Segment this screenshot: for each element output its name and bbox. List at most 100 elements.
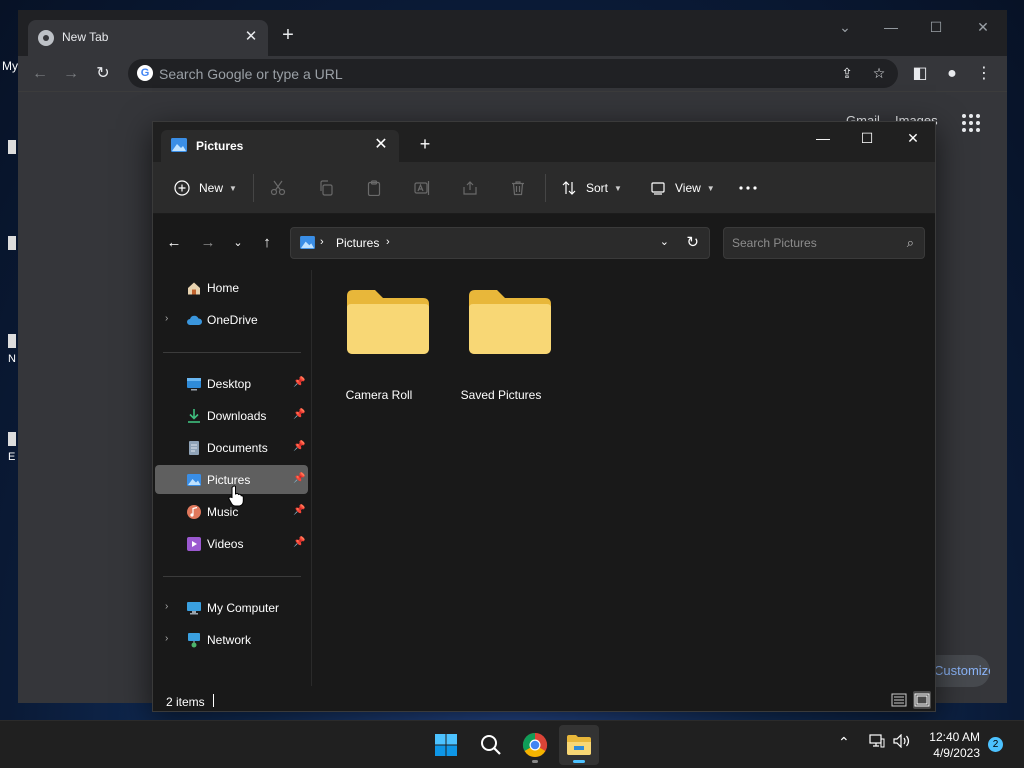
reload-icon[interactable]: ↻ bbox=[90, 61, 116, 87]
file-explorer-icon bbox=[567, 735, 591, 755]
volume-icon[interactable] bbox=[893, 733, 911, 751]
close-icon[interactable]: ✕ bbox=[242, 28, 260, 46]
nav-item-videos[interactable]: Videos 📌 bbox=[155, 529, 308, 558]
chrome-tab-new-tab[interactable]: New Tab ✕ bbox=[28, 20, 268, 56]
folder-icon bbox=[469, 290, 551, 354]
pin-icon[interactable]: 📌 bbox=[293, 377, 305, 388]
explorer-titlebar: Pictures ✕ + — ☐ ✕ bbox=[153, 122, 935, 162]
pane-splitter[interactable] bbox=[311, 270, 312, 686]
breadcrumb-pictures[interactable]: Pictures bbox=[336, 236, 379, 250]
desktop-icon-partial[interactable] bbox=[8, 334, 16, 348]
copy-icon[interactable] bbox=[316, 178, 336, 198]
address-bar[interactable]: › Pictures › ⌄ ↻ bbox=[290, 227, 710, 259]
recent-locations-icon[interactable]: ⌄ bbox=[227, 232, 249, 254]
nav-item-label: Music bbox=[207, 505, 239, 519]
view-button-label: View bbox=[675, 181, 701, 195]
details-view-icon[interactable] bbox=[890, 691, 908, 709]
omnibox[interactable]: G ⇪ ☆ bbox=[128, 59, 898, 88]
chrome-menu-icon[interactable]: ⋮ bbox=[971, 61, 997, 87]
start-button[interactable] bbox=[426, 725, 466, 765]
nav-item-network[interactable]: › Network bbox=[155, 625, 308, 654]
new-button[interactable]: New ▼ bbox=[173, 176, 237, 200]
explorer-tab-title: Pictures bbox=[196, 139, 244, 153]
nav-item-home[interactable]: Home bbox=[155, 273, 308, 302]
folder-item-camera-roll[interactable]: Camera Roll bbox=[324, 284, 434, 402]
back-icon[interactable]: ← bbox=[163, 232, 185, 254]
pictures-icon bbox=[187, 474, 201, 486]
tab-search-icon[interactable]: ⌄ bbox=[830, 16, 860, 38]
rename-icon[interactable] bbox=[412, 178, 432, 198]
bookmark-star-icon[interactable]: ☆ bbox=[868, 62, 890, 84]
show-hidden-icons-icon[interactable]: ⌃ bbox=[838, 734, 850, 751]
close-window-icon[interactable]: ✕ bbox=[968, 16, 998, 38]
nav-item-downloads[interactable]: Downloads 📌 bbox=[155, 401, 308, 430]
nav-item-desktop[interactable]: Desktop 📌 bbox=[155, 369, 308, 398]
chevron-right-icon[interactable]: › bbox=[165, 633, 168, 644]
nav-item-label: My Computer bbox=[207, 601, 280, 615]
share-icon[interactable]: ⇪ bbox=[836, 62, 858, 84]
minimize-icon[interactable]: — bbox=[803, 125, 843, 151]
desktop-icon-partial[interactable] bbox=[8, 432, 16, 446]
view-button[interactable]: View ▼ bbox=[649, 176, 715, 200]
breadcrumb-chevron-icon[interactable]: › bbox=[386, 236, 390, 248]
maximize-icon[interactable]: ☐ bbox=[921, 16, 951, 38]
side-panel-icon[interactable]: ◧ bbox=[907, 61, 933, 87]
desktop-icon-label-partial[interactable]: My bbox=[2, 59, 18, 73]
nav-item-documents[interactable]: Documents 📌 bbox=[155, 433, 308, 462]
nav-item-onedrive[interactable]: › OneDrive bbox=[155, 305, 308, 334]
search-box[interactable]: ⌕ bbox=[723, 227, 925, 259]
taskbar: ⌃ 12:40 AM 4/9/2023 2 bbox=[0, 720, 1024, 768]
pin-icon[interactable]: 📌 bbox=[293, 409, 305, 420]
delete-icon[interactable] bbox=[508, 178, 528, 198]
taskbar-search-button[interactable] bbox=[471, 725, 511, 765]
breadcrumb-chevron-icon[interactable]: › bbox=[320, 236, 324, 248]
omnibox-input[interactable] bbox=[159, 59, 819, 88]
more-options-icon[interactable] bbox=[738, 178, 758, 198]
taskbar-chrome-button[interactable] bbox=[515, 725, 555, 765]
explorer-tab-pictures[interactable]: Pictures ✕ bbox=[161, 130, 399, 162]
notification-badge[interactable]: 2 bbox=[988, 737, 1003, 752]
new-tab-button[interactable]: + bbox=[415, 134, 435, 154]
chevron-right-icon[interactable]: › bbox=[165, 601, 168, 612]
sort-button[interactable]: Sort ▼ bbox=[560, 176, 622, 200]
forward-icon[interactable]: → bbox=[197, 232, 219, 254]
share-icon[interactable] bbox=[460, 178, 480, 198]
taskbar-file-explorer-button[interactable] bbox=[559, 725, 599, 765]
maximize-icon[interactable]: ☐ bbox=[847, 125, 887, 151]
status-bar: 2 items bbox=[153, 687, 935, 711]
nav-item-my-computer[interactable]: › My Computer bbox=[155, 593, 308, 622]
nav-item-label: Home bbox=[207, 281, 240, 295]
close-icon[interactable]: ✕ bbox=[371, 135, 391, 155]
new-tab-button[interactable]: + bbox=[276, 24, 300, 48]
large-icons-view-icon[interactable] bbox=[913, 691, 931, 709]
folder-item-saved-pictures[interactable]: Saved Pictures bbox=[446, 284, 556, 402]
pin-icon[interactable]: 📌 bbox=[293, 441, 305, 452]
search-input[interactable] bbox=[732, 228, 892, 258]
close-window-icon[interactable]: ✕ bbox=[893, 125, 933, 151]
cut-icon[interactable] bbox=[268, 178, 288, 198]
folder-icon bbox=[347, 290, 429, 354]
profile-icon[interactable]: ● bbox=[939, 61, 965, 87]
paste-icon[interactable] bbox=[364, 178, 384, 198]
pin-icon[interactable]: 📌 bbox=[293, 505, 305, 516]
google-apps-icon[interactable] bbox=[962, 114, 980, 132]
ribbon-divider bbox=[253, 174, 254, 202]
chevron-right-icon[interactable]: › bbox=[165, 313, 168, 324]
back-icon[interactable]: ← bbox=[27, 61, 53, 87]
network-icon[interactable] bbox=[869, 734, 885, 751]
file-list: Camera Roll Saved Pictures bbox=[313, 270, 935, 686]
nav-divider bbox=[163, 576, 301, 577]
forward-icon[interactable]: → bbox=[58, 61, 84, 87]
desktop-icon-partial[interactable] bbox=[8, 236, 16, 250]
up-icon[interactable]: ↑ bbox=[256, 232, 278, 254]
minimize-icon[interactable]: — bbox=[876, 16, 906, 38]
refresh-icon[interactable]: ↻ bbox=[686, 233, 699, 251]
search-icon bbox=[481, 735, 501, 755]
pin-icon[interactable]: 📌 bbox=[293, 473, 305, 484]
pin-icon[interactable]: 📌 bbox=[293, 537, 305, 548]
clock-time: 12:40 AM bbox=[929, 730, 980, 744]
clock[interactable]: 12:40 AM 4/9/2023 bbox=[924, 729, 980, 761]
address-dropdown-icon[interactable]: ⌄ bbox=[660, 235, 669, 248]
desktop-icon-partial[interactable] bbox=[8, 140, 16, 154]
command-bar: New ▼ Sort ▼ View ▼ bbox=[153, 162, 935, 214]
